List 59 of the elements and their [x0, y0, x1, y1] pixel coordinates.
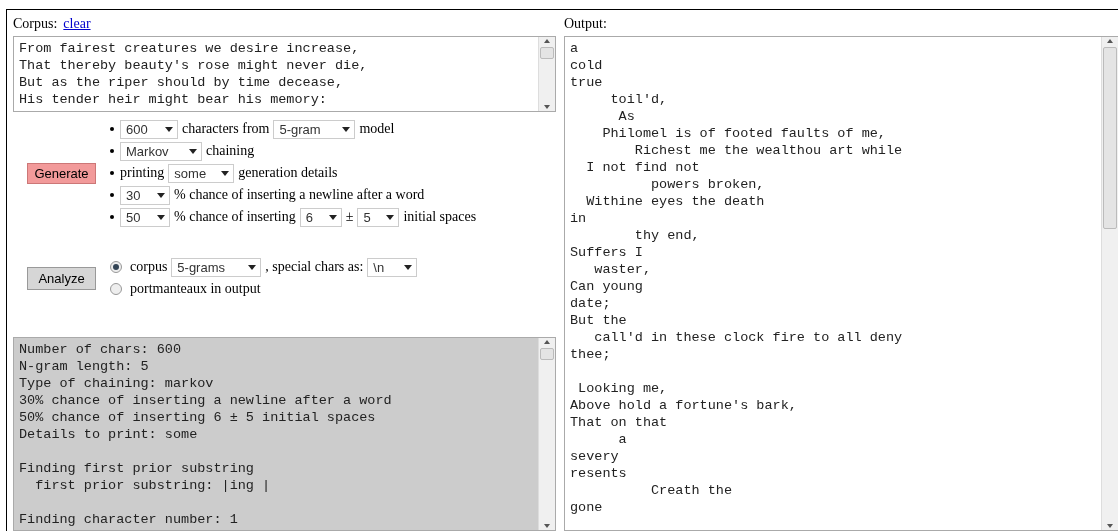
dropdown[interactable]: some [168, 163, 235, 183]
output-label: Output: [564, 15, 607, 32]
caret-icon [189, 148, 197, 154]
bullet [110, 171, 114, 175]
scroll-up-icon[interactable] [1106, 37, 1114, 45]
caret-icon [342, 126, 351, 132]
caret-icon [221, 170, 230, 176]
caret-icon [157, 192, 165, 198]
corpus-label: Corpus: [13, 15, 58, 32]
option-label: characters from [182, 121, 270, 137]
analyze-button[interactable]: Analyze [27, 266, 96, 290]
option-label: ± [345, 209, 354, 225]
radio-button[interactable] [110, 261, 122, 273]
dropdown[interactable]: 30 [120, 185, 170, 205]
scroll-down-icon[interactable] [1106, 522, 1114, 530]
caret-icon [328, 214, 337, 220]
dropdown[interactable]: Markov [120, 141, 202, 161]
option-label: model [359, 121, 395, 137]
bullet [110, 127, 114, 131]
caret-icon [157, 214, 165, 220]
scroll-down-icon[interactable] [543, 103, 551, 111]
dropdown[interactable]: 600 [120, 119, 178, 139]
dropdown[interactable]: 5 [357, 207, 400, 227]
scroll-down-icon[interactable] [543, 522, 551, 530]
caret-icon [248, 264, 257, 270]
option-label: initial spaces [403, 209, 477, 225]
option-label: corpus [130, 259, 168, 275]
option-label: printing [120, 165, 165, 181]
scroll-up-icon[interactable] [543, 338, 551, 346]
bullet [110, 193, 114, 197]
option-label: , special chars as: [265, 259, 364, 275]
radio-button[interactable] [110, 283, 122, 295]
scrollbar[interactable] [1101, 37, 1118, 530]
caret-icon [404, 264, 413, 270]
caret-icon [386, 214, 395, 220]
option-label: generation details [238, 165, 338, 181]
output-textarea[interactable]: a cold true toil'd, As Philomel is of footed faults of me, Richest me the wealthou art while I not find not powers broken, Withine eyes the death in thy end, Suffers I waster, Can young date; But the call'd in these clock fire to all deny thee; Looking me, Above hold a fortune's bark, That on that a severy resents Creath the gone [564, 36, 1118, 531]
bullet [110, 149, 114, 153]
bullet [110, 215, 114, 219]
scroll-thumb[interactable] [540, 348, 554, 360]
scroll-thumb[interactable] [540, 47, 554, 59]
scrollbar[interactable] [538, 338, 555, 530]
option-label: % chance of inserting [174, 209, 296, 225]
option-label: portmanteaux in output [130, 281, 261, 297]
dropdown[interactable]: 6 [299, 207, 342, 227]
scroll-up-icon[interactable] [543, 37, 551, 45]
log-textarea[interactable]: Number of chars: 600 N-gram length: 5 Type of chaining: markov 30% chance of inserting a newline after a word 50% chance of inserting 6 ± 5 initial spaces Details to print: some Finding first prior substring first prior substring: |ing | Finding character number: 1 [13, 337, 556, 531]
generate-button[interactable]: Generate [27, 162, 96, 184]
option-label: chaining [206, 143, 255, 159]
option-label: % chance of inserting a newline after a word [174, 187, 425, 203]
dropdown[interactable]: \n [367, 257, 418, 277]
scrollbar[interactable] [538, 37, 555, 111]
dropdown[interactable]: 50 [120, 207, 170, 227]
caret-icon [165, 126, 173, 132]
dropdown[interactable]: 5-gram [273, 119, 356, 139]
dropdown[interactable]: 5-grams [171, 257, 262, 277]
scroll-thumb[interactable] [1103, 47, 1117, 229]
clear-link[interactable]: clear [63, 15, 91, 32]
corpus-textarea[interactable]: From fairest creatures we desire increase, That thereby beauty's rose might never die, But as the riper should by time decease, His tender heir might bear his memory: [13, 36, 556, 112]
